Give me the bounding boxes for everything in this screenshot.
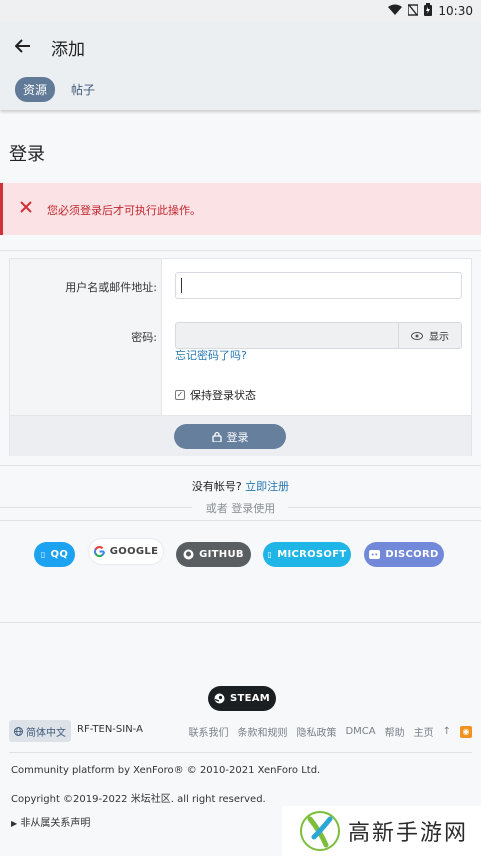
disclaimer-label: 非从属关系声明 (20, 818, 91, 829)
form-submit-row: 登录 (10, 415, 471, 456)
or-login-with: 或者 登录使用 (0, 500, 481, 516)
divider (0, 507, 192, 508)
status-bar: 10:30 (0, 0, 481, 22)
login-button-label: 登录 (226, 430, 249, 444)
close-icon (20, 201, 32, 213)
steam-icon (214, 693, 225, 704)
error-block: 您必须登录后才可执行此操作。 (0, 183, 481, 235)
github-icon (183, 549, 194, 560)
remember-me-label: 保持登录状态 (190, 389, 256, 402)
steam-login-label: STEAM (229, 693, 271, 704)
footer-bar: 简体中文 RF-TEN-SIN-A 联系我们 条款和规则 隐私政策 DMCA 帮… (9, 720, 472, 742)
github-login-button[interactable]: GITHUB (176, 542, 251, 567)
app-bar: 添加 资源 帖子 (0, 22, 481, 110)
remember-me-checkbox[interactable]: ✓ 保持登录状态 (175, 387, 256, 403)
qq-login-label: QQ (50, 549, 69, 560)
google-login-button[interactable]: GOOGLE (89, 539, 163, 564)
forgot-password-link[interactable]: 忘记密码了吗? (175, 347, 247, 363)
qq-icon: ▯ (40, 550, 46, 559)
rss-icon[interactable]: ◉ (460, 725, 472, 738)
steam-login-button[interactable]: STEAM (208, 686, 276, 711)
divider (0, 520, 481, 521)
username-label: 用户名或邮件地址: (65, 281, 157, 294)
or-login-with-text: 或者 登录使用 (205, 502, 276, 515)
footer-links: 联系我们 条款和规则 隐私政策 DMCA 帮助 主页 ↑ ◉ (188, 724, 472, 739)
show-password-label: 显示 (429, 332, 449, 343)
register-link[interactable]: 立即注册 (245, 480, 289, 493)
checkbox-icon: ✓ (175, 390, 185, 400)
microsoft-icon: ▯ (267, 550, 273, 559)
page-title: 登录 (9, 144, 45, 165)
battery-icon (424, 3, 433, 19)
tab-resources[interactable]: 资源 (15, 77, 56, 102)
footer-link-terms[interactable]: 条款和规则 (237, 724, 287, 739)
language-label: 简体中文 (26, 727, 66, 739)
login-button[interactable]: 登录 (174, 424, 286, 449)
divider (0, 622, 481, 623)
watermark-logo (300, 811, 340, 851)
caret-right-icon: ▶ (11, 819, 18, 828)
arrow-left-icon (15, 39, 30, 53)
login-form: 用户名或邮件地址: 密码: 显示 忘记密码了吗? ✓ 保持登录状态 登录 (9, 258, 472, 456)
disclaimer-toggle[interactable]: ▶ 非从属关系声明 (11, 814, 90, 829)
wifi-icon (388, 4, 403, 19)
microsoft-login-button[interactable]: ▯ MICROSOFT (263, 542, 351, 567)
discord-icon (369, 550, 381, 559)
footer-link-privacy[interactable]: 隐私政策 (296, 724, 336, 739)
language-chooser[interactable]: 简体中文 (9, 720, 71, 742)
no-signal-icon (407, 3, 420, 19)
watermark: 高新手游网 (282, 806, 481, 856)
watermark-text: 高新手游网 (348, 821, 469, 846)
username-input[interactable] (175, 272, 462, 299)
divider (0, 250, 481, 251)
qq-login-button[interactable]: ▯ QQ (34, 542, 75, 567)
eye-icon (411, 331, 423, 340)
globe-icon (14, 726, 23, 736)
text-caret (181, 278, 182, 293)
google-icon (93, 546, 105, 557)
discord-login-label: DISCORD (385, 549, 439, 560)
footer-link-contact[interactable]: 联系我们 (188, 724, 228, 739)
discord-login-button[interactable]: DISCORD (364, 542, 444, 567)
app-title: 添加 (51, 40, 85, 60)
back-button[interactable] (10, 33, 36, 59)
password-input[interactable]: 显示 (175, 322, 462, 349)
github-login-label: GITHUB (199, 549, 244, 560)
footer-link-help[interactable]: 帮助 (385, 724, 405, 739)
divider (288, 507, 481, 508)
platform-line[interactable]: Community platform by XenForo® © 2010-20… (11, 765, 320, 776)
register-prompt: 没有帐号? 立即注册 (0, 478, 481, 494)
status-time: 10:30 (438, 4, 473, 18)
microsoft-login-label: MICROSOFT (277, 549, 347, 560)
copyright-line: Copyright ©2019-2022 米坛社区. all right res… (11, 794, 266, 805)
tab-bar: 资源 帖子 (15, 77, 103, 102)
divider (0, 465, 481, 466)
footer-link-dmca[interactable]: DMCA (345, 726, 375, 737)
show-password-button[interactable]: 显示 (398, 323, 461, 348)
footer-link-home[interactable]: 主页 (414, 724, 434, 739)
google-login-label: GOOGLE (109, 546, 159, 557)
arrow-up-icon[interactable]: ↑ (443, 726, 451, 737)
password-label: 密码: (131, 331, 157, 344)
style-chooser[interactable]: RF-TEN-SIN-A (77, 724, 143, 735)
divider (9, 752, 472, 753)
lock-icon (211, 431, 222, 442)
tab-posts[interactable]: 帖子 (63, 77, 103, 102)
no-account-text: 没有帐号? (191, 480, 242, 493)
error-message: 您必须登录后才可执行此操作。 (47, 204, 201, 217)
